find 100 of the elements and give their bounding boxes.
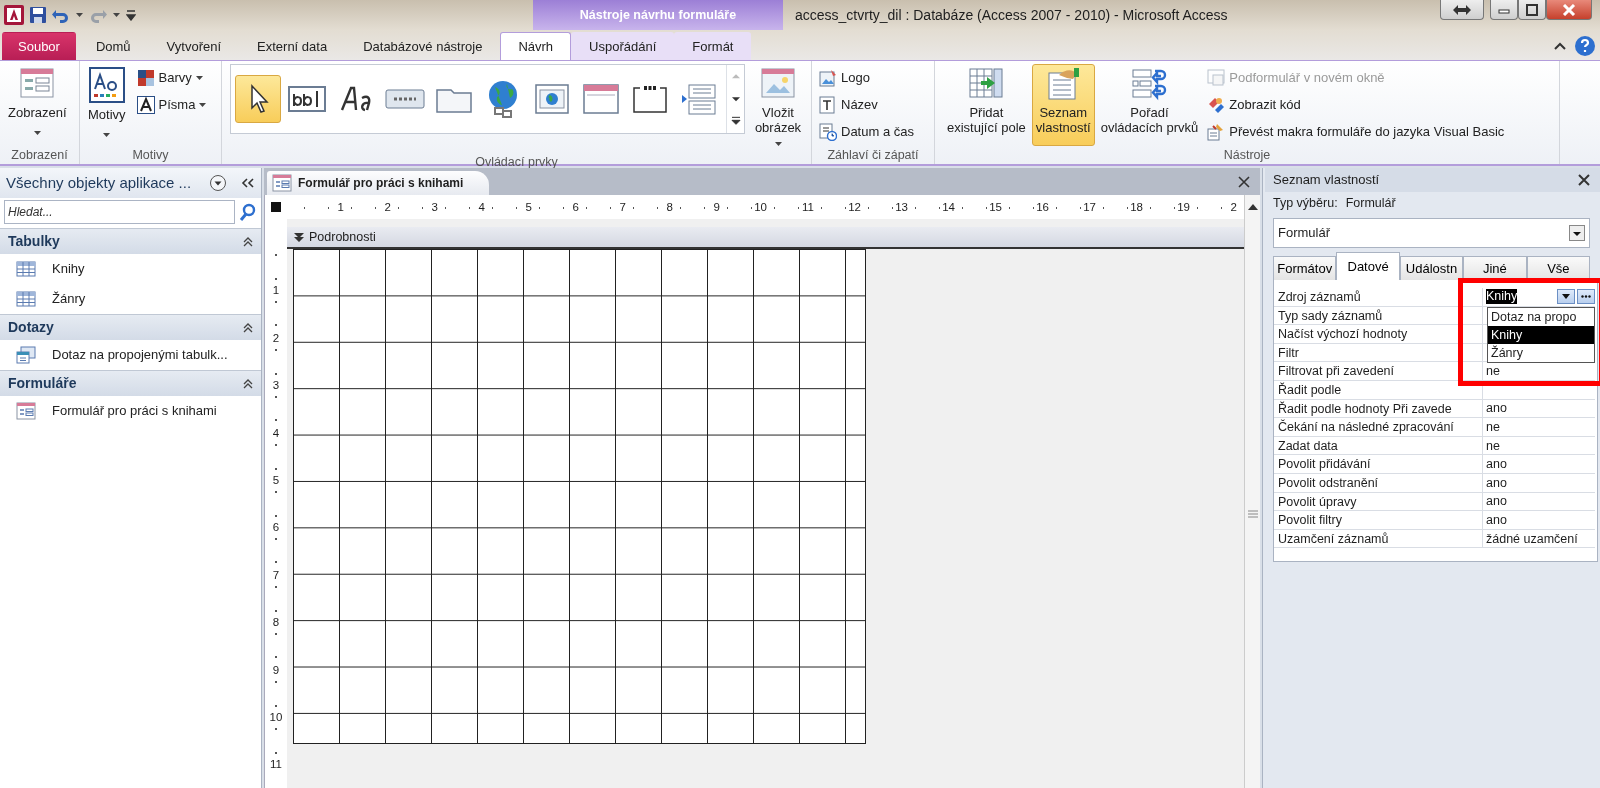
ribbon-button[interactable]: Zobrazení: [4, 64, 71, 146]
object-dropdown[interactable]: Formulář: [1273, 218, 1590, 248]
ribbon-button[interactable]: Barvy: [133, 66, 210, 90]
property-name: Povolit přidávání: [1274, 455, 1483, 473]
section-icon: [293, 231, 305, 243]
resize-button[interactable]: [1440, 0, 1484, 20]
property-name: Zadat data: [1274, 436, 1483, 455]
ruler-number: 15: [989, 200, 1002, 214]
ribbon-button[interactable]: Motivy: [84, 64, 130, 146]
ribbon-button[interactable]: Logo: [816, 66, 917, 90]
ribbon-button[interactable]: Vložit obrázek: [749, 64, 807, 153]
dropdown-icon[interactable]: [209, 174, 227, 192]
control-tool-button[interactable]: [235, 75, 281, 123]
maximize-button[interactable]: [1518, 0, 1546, 20]
option-group-icon: [632, 84, 668, 114]
navigation-item[interactable]: Dotaz na propojenými tabulk...: [0, 340, 261, 370]
resize-icon: [1453, 4, 1471, 15]
navigation-item[interactable]: Formulář pro práci s knihami: [0, 396, 261, 426]
close-icon[interactable]: [1238, 175, 1250, 188]
list-box-icon: [681, 83, 717, 115]
fonts-icon: [136, 96, 155, 114]
collapse-ribbon-icon[interactable]: [1554, 42, 1566, 50]
ribbon-button[interactable]: Písma: [133, 93, 210, 117]
property-value: ne: [1486, 418, 1500, 436]
add-field-icon: [968, 67, 1005, 101]
subform-icon: [1207, 69, 1226, 87]
ribbon-button[interactable]: Název: [816, 93, 917, 117]
code-icon: [1207, 96, 1226, 114]
ruler-number: 4: [478, 200, 485, 214]
ribbon-button[interactable]: Zobrazit kód: [1204, 93, 1508, 117]
search-icon[interactable]: [239, 203, 257, 221]
property-tab[interactable]: Událostn: [1399, 256, 1464, 280]
ruler-number: 9: [713, 200, 720, 214]
ribbon-tab[interactable]: Formát: [674, 32, 752, 60]
command-button-icon: [385, 87, 425, 111]
ribbon-tab[interactable]: Návrh: [500, 32, 572, 60]
ruler-number: 2: [384, 200, 391, 214]
section-bar[interactable]: Podrobnosti: [287, 227, 1244, 249]
property-tab[interactable]: Formátov: [1273, 256, 1337, 280]
picture-icon: [760, 67, 796, 101]
query-icon: [16, 346, 36, 364]
document-tab[interactable]: Formulář pro práci s knihami: [267, 171, 490, 195]
maximize-icon: [1525, 3, 1539, 16]
ribbon-button[interactable]: Přidat existující pole: [943, 64, 1030, 146]
ribbon-tab[interactable]: Domů: [77, 32, 149, 60]
ruler-number: 17: [1083, 200, 1096, 214]
property-tab[interactable]: Jiné: [1463, 256, 1527, 280]
ribbon-tab[interactable]: Uspořádání: [571, 32, 675, 60]
ruler-number: 7: [619, 200, 626, 214]
group-label: Zobrazení: [11, 148, 68, 162]
group-header[interactable]: Dotazy: [0, 314, 261, 340]
close-button[interactable]: [1546, 0, 1592, 20]
close-icon[interactable]: [1578, 174, 1590, 186]
ribbon-button[interactable]: Seznam vlastností: [1031, 64, 1095, 146]
collapse-group-icon: [243, 322, 253, 333]
dropdown-option[interactable]: Žánry: [1488, 343, 1594, 362]
property-name: Načíst výchozí hodnoty: [1274, 325, 1483, 343]
dropdown-button[interactable]: [1557, 289, 1575, 305]
ruler-number: 10: [754, 200, 767, 214]
group-label: Ovládací prvky: [475, 155, 558, 169]
group-label: Záhlaví či zápatí: [827, 148, 919, 162]
group-header[interactable]: Tabulky: [0, 228, 261, 254]
collapse-group-icon: [243, 378, 253, 389]
group-header[interactable]: Formuláře: [0, 370, 261, 396]
search-field[interactable]: Hledat...: [4, 200, 235, 224]
ribbon-tab[interactable]: Databázové nástroje: [345, 32, 501, 60]
ribbon-tab[interactable]: Externí data: [239, 32, 346, 60]
help-icon[interactable]: [1574, 35, 1596, 57]
property-sheet-icon: [1045, 67, 1082, 101]
ruler-number: 13: [895, 200, 908, 214]
ruler-number: 18: [1130, 200, 1143, 214]
ribbon-tab[interactable]: Vytvoření: [148, 32, 240, 60]
form-icon: [272, 174, 292, 192]
collapse-group-icon: [243, 236, 253, 247]
property-name: Čekání na následné zpracování: [1274, 418, 1483, 436]
ruler-number: 8: [666, 200, 673, 214]
builder-button[interactable]: [1577, 289, 1595, 305]
selection-type-label: Typ výběru:: [1273, 194, 1338, 212]
ellipsis-icon: [1581, 295, 1591, 299]
ribbon-button[interactable]: Datum a čas: [816, 120, 917, 144]
property-tab[interactable]: Datové: [1336, 252, 1400, 280]
ribbon-button[interactable]: Převést makra formuláře do jazyka Visual Basic: [1204, 120, 1508, 144]
dropdown-option[interactable]: Knihy: [1488, 325, 1594, 344]
navigation-item[interactable]: Knihy: [0, 254, 261, 284]
navigation-item[interactable]: Žánry: [0, 284, 261, 314]
file-tab[interactable]: Soubor: [2, 32, 76, 60]
form-view-icon: [19, 67, 56, 101]
property-value[interactable]: Knihy: [1486, 289, 1518, 305]
customize-toolbar-icon[interactable]: [126, 9, 136, 21]
form-icon: [16, 402, 36, 420]
property-name: Uzamčení záznamů: [1274, 529, 1483, 548]
minimize-button[interactable]: [1490, 0, 1518, 20]
colors-icon: [136, 69, 155, 87]
collapse-pane-icon[interactable]: [241, 178, 255, 188]
save-icon[interactable]: [30, 7, 46, 23]
ruler-number: 5: [525, 200, 532, 214]
ribbon-button[interactable]: Pořadí ovládacích prvků: [1096, 64, 1203, 146]
ruler-number: 2: [1230, 200, 1237, 214]
property-value: ne: [1486, 363, 1500, 381]
dropdown-option[interactable]: Dotaz na propo: [1488, 307, 1594, 326]
